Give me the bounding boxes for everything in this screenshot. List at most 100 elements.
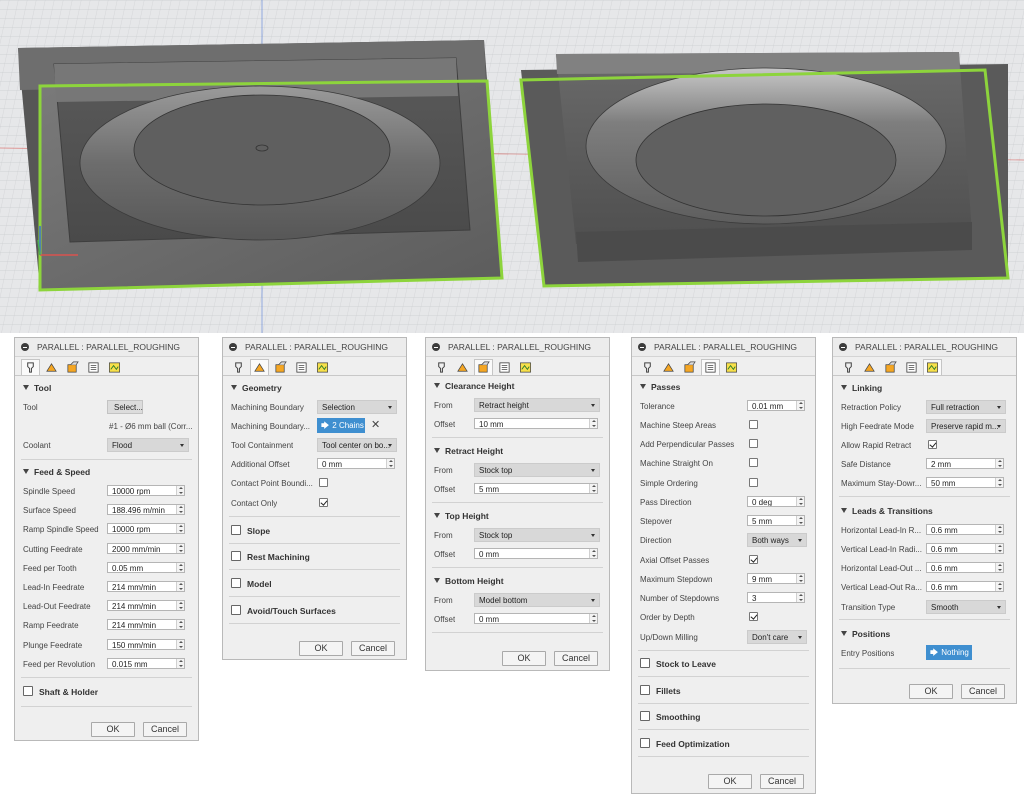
linking-tab-icon[interactable] — [516, 359, 535, 375]
spinner-icon[interactable] — [995, 563, 1003, 572]
left-part[interactable] — [18, 40, 504, 292]
collapse-icon[interactable] — [229, 343, 237, 351]
spinner-icon[interactable] — [176, 524, 184, 533]
passes-tab-icon[interactable] — [84, 359, 103, 375]
section-checkbox[interactable] — [640, 711, 650, 721]
geometry-tab-icon[interactable] — [860, 359, 879, 375]
section-checkbox[interactable] — [231, 578, 241, 588]
geometry-tab-icon[interactable] — [250, 359, 269, 375]
ok-button[interactable]: OK — [909, 684, 953, 699]
passes-tab-icon[interactable] — [292, 359, 311, 375]
section-feed-optimization[interactable]: Feed Optimization — [640, 738, 730, 749]
machine-steep-areas-checkbox[interactable] — [749, 420, 758, 429]
clearance-from-dropdown[interactable]: Retract height — [474, 398, 600, 412]
heights-tab-icon[interactable] — [680, 359, 699, 375]
ok-button[interactable]: OK — [708, 774, 752, 789]
cutting-feedrate-input[interactable]: 2000 mm/min — [107, 543, 185, 554]
tool-tab-icon[interactable] — [839, 359, 858, 375]
geometry-tab-icon[interactable] — [659, 359, 678, 375]
tool-tab-icon[interactable] — [432, 359, 451, 375]
section-passes[interactable]: Passes — [640, 382, 680, 392]
passes-tab-icon[interactable] — [495, 359, 514, 375]
section-top-height[interactable]: Top Height — [434, 511, 489, 521]
lead-out-feedrate-input[interactable]: 214 mm/min — [107, 600, 185, 611]
linking-tab-icon[interactable] — [923, 359, 942, 375]
section-clearance-height[interactable]: Clearance Height — [434, 381, 514, 391]
spindle-speed-input[interactable]: 10000 rpm — [107, 485, 185, 496]
section-geometry[interactable]: Geometry — [231, 383, 282, 393]
spinner-icon[interactable] — [176, 582, 184, 591]
section-fillets[interactable]: Fillets — [640, 685, 681, 696]
ok-button[interactable]: OK — [299, 641, 343, 656]
ramp-spindle-speed-input[interactable]: 10000 rpm — [107, 523, 185, 534]
section-avoid-touch-surfaces[interactable]: Avoid/Touch Surfaces — [231, 605, 336, 616]
passes-tab-icon[interactable] — [902, 359, 921, 375]
spinner-icon[interactable] — [176, 563, 184, 572]
maximum-stepdown-input[interactable]: 9 mm — [747, 573, 805, 584]
cancel-button[interactable]: Cancel — [143, 722, 187, 737]
up-down-milling-dropdown[interactable]: Don't care — [747, 630, 807, 644]
cancel-button[interactable]: Cancel — [554, 651, 598, 666]
geometry-tab-icon[interactable] — [42, 359, 61, 375]
spinner-icon[interactable] — [995, 478, 1003, 487]
linking-tab-icon[interactable] — [722, 359, 741, 375]
section-smoothing[interactable]: Smoothing — [640, 711, 700, 722]
simple-ordering-checkbox[interactable] — [749, 478, 758, 487]
spinner-icon[interactable] — [176, 486, 184, 495]
section-rest-machining[interactable]: Rest Machining — [231, 551, 310, 562]
section-shaft-holder[interactable]: Shaft & Holder — [23, 686, 98, 697]
cancel-button[interactable]: Cancel — [351, 641, 395, 656]
spinner-icon[interactable] — [176, 659, 184, 668]
retraction-policy-dropdown[interactable]: Full retraction — [926, 400, 1006, 414]
high-feedrate-mode-dropdown[interactable]: Preserve rapid m... — [926, 419, 1006, 433]
geometry-tab-icon[interactable] — [453, 359, 472, 375]
maximum-stay-down-input[interactable]: 50 mm — [926, 477, 1004, 488]
order-by-depth-checkbox[interactable] — [749, 612, 758, 621]
section-retract-height[interactable]: Retract Height — [434, 446, 503, 456]
section-checkbox[interactable] — [23, 686, 33, 696]
tool-containment-dropdown[interactable]: Tool center on bo... — [317, 438, 397, 452]
section-stock-to-leave[interactable]: Stock to Leave — [640, 658, 716, 669]
section-checkbox[interactable] — [640, 685, 650, 695]
add-perpendicular-passes-checkbox[interactable] — [749, 439, 758, 448]
machine-straight-on-checkbox[interactable] — [749, 458, 758, 467]
plunge-feedrate-input[interactable]: 150 mm/min — [107, 639, 185, 650]
linking-tab-icon[interactable] — [313, 359, 332, 375]
transition-type-dropdown[interactable]: Smooth — [926, 600, 1006, 614]
spinner-icon[interactable] — [995, 525, 1003, 534]
tolerance-input[interactable]: 0.01 mm — [747, 400, 805, 411]
spinner-icon[interactable] — [796, 497, 804, 506]
linking-tab-icon[interactable] — [105, 359, 124, 375]
additional-offset-input[interactable]: 0 mm — [317, 458, 395, 469]
axial-offset-passes-checkbox[interactable] — [749, 555, 758, 564]
ramp-feedrate-input[interactable]: 214 mm/min — [107, 619, 185, 630]
collapse-icon[interactable] — [839, 343, 847, 351]
spinner-icon[interactable] — [995, 459, 1003, 468]
surface-speed-input[interactable]: 188.496 m/min — [107, 504, 185, 515]
collapse-icon[interactable] — [638, 343, 646, 351]
spinner-icon[interactable] — [995, 582, 1003, 591]
top-offset-input[interactable]: 0 mm — [474, 548, 598, 559]
cancel-button[interactable]: Cancel — [961, 684, 1005, 699]
section-checkbox[interactable] — [231, 551, 241, 561]
section-linking[interactable]: Linking — [841, 383, 882, 393]
right-part[interactable] — [519, 52, 1010, 288]
spinner-icon[interactable] — [589, 419, 597, 428]
section-checkbox[interactable] — [231, 525, 241, 535]
spinner-icon[interactable] — [589, 484, 597, 493]
spinner-icon[interactable] — [589, 549, 597, 558]
pass-direction-input[interactable]: 0 deg — [747, 496, 805, 507]
top-from-dropdown[interactable]: Stock top — [474, 528, 600, 542]
feed-per-tooth-input[interactable]: 0.05 mm — [107, 562, 185, 573]
spinner-icon[interactable] — [176, 544, 184, 553]
section-slope[interactable]: Slope — [231, 525, 270, 536]
tool-tab-icon[interactable] — [638, 359, 657, 375]
number-of-stepdowns-input[interactable]: 3 — [747, 592, 805, 603]
spinner-icon[interactable] — [796, 516, 804, 525]
heights-tab-icon[interactable] — [474, 359, 493, 375]
safe-distance-input[interactable]: 2 mm — [926, 458, 1004, 469]
horizontal-lead-in-radius-input[interactable]: 0.6 mm — [926, 524, 1004, 535]
section-checkbox[interactable] — [231, 605, 241, 615]
spinner-icon[interactable] — [995, 544, 1003, 553]
spinner-icon[interactable] — [796, 593, 804, 602]
